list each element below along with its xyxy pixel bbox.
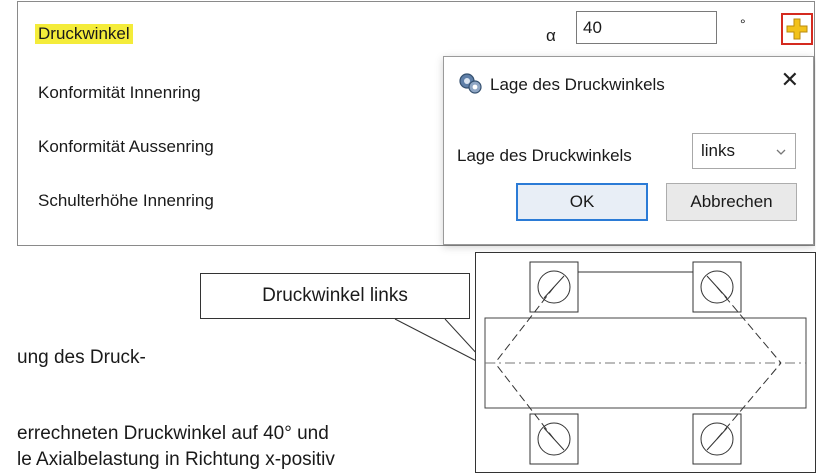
alpha-symbol: α bbox=[546, 26, 556, 45]
doc-text-line-3: le Axialbelastung in Richtung x-positiv bbox=[17, 449, 335, 470]
chevron-down-icon bbox=[775, 143, 787, 163]
unit-label: ° bbox=[740, 16, 746, 32]
prop-label-druckwinkel[interactable]: Druckwinkel bbox=[35, 24, 133, 44]
prop-label-schulterhoehe-innenring[interactable]: Schulterhöhe Innenring bbox=[38, 191, 214, 211]
dialog-field-label: Lage des Druckwinkels bbox=[457, 146, 632, 165]
dialog-title: Lage des Druckwinkels bbox=[490, 75, 665, 94]
ok-button[interactable]: OK bbox=[516, 183, 648, 221]
position-select[interactable]: links bbox=[692, 133, 796, 169]
plus-icon bbox=[786, 18, 808, 40]
add-button[interactable] bbox=[781, 13, 813, 45]
callout-box: Druckwinkel links bbox=[200, 273, 470, 319]
bearing-drawing bbox=[475, 252, 816, 473]
doc-text-line-1: ung des Druck- bbox=[17, 347, 146, 368]
prop-label-konformitaet-aussenring[interactable]: Konformität Aussenring bbox=[38, 137, 214, 157]
close-icon[interactable]: ✕ bbox=[781, 69, 799, 91]
cancel-button[interactable]: Abbrechen bbox=[666, 183, 797, 221]
gears-icon bbox=[458, 71, 482, 100]
prop-label-konformitaet-innenring[interactable]: Konformität Innenring bbox=[38, 83, 201, 103]
doc-text-line-2: errechneten Druckwinkel auf 40° und bbox=[17, 423, 329, 444]
position-select-value: links bbox=[701, 141, 736, 160]
pressure-angle-dialog: Lage des Druckwinkels ✕ Lage des Druckwi… bbox=[443, 56, 814, 245]
pressure-angle-input[interactable]: 40 bbox=[576, 11, 717, 44]
